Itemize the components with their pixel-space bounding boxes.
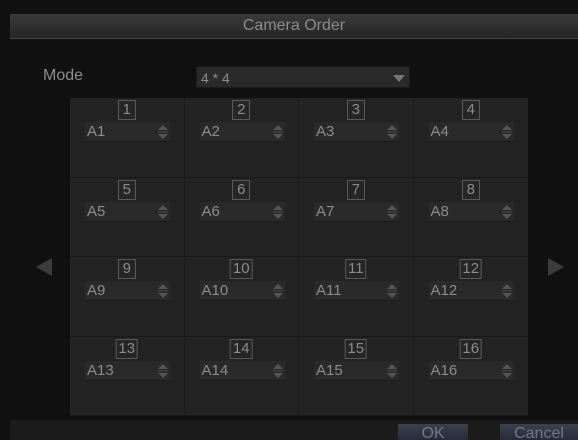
dialog-footer	[10, 420, 578, 440]
camera-select-value: A13	[87, 361, 114, 379]
spinner-icon[interactable]	[158, 204, 168, 219]
camera-select[interactable]: A2	[199, 122, 285, 142]
chevron-down-icon[interactable]	[393, 75, 405, 82]
cell-number: 2	[232, 100, 251, 120]
spinner-icon[interactable]	[272, 284, 283, 298]
cell-number: 6	[232, 179, 251, 200]
camera-select[interactable]: A15	[314, 360, 399, 381]
grid-cell-4: 4 A4	[413, 98, 528, 178]
camera-select[interactable]: A13	[85, 360, 170, 381]
camera-select-value: A11	[316, 282, 342, 299]
grid-cell-12: 12 A12	[413, 257, 528, 337]
spinner-icon[interactable]	[158, 125, 168, 139]
camera-select[interactable]: A7	[314, 201, 399, 222]
cell-number: 10	[229, 259, 253, 279]
camera-select-value: A16	[430, 361, 458, 379]
camera-select-value: A5	[87, 202, 106, 220]
camera-select[interactable]: A6	[199, 201, 285, 222]
spinner-icon[interactable]	[272, 363, 283, 378]
ok-button[interactable]: OK	[398, 424, 468, 440]
grid-cell-7: 7 A7	[299, 177, 414, 257]
spinner-icon[interactable]	[158, 363, 168, 378]
cell-number: 7	[346, 179, 365, 200]
camera-select-value: A15	[316, 361, 343, 379]
grid-cell-3: 3 A3	[299, 98, 414, 178]
grid-cell-2: 2 A2	[184, 98, 299, 178]
spinner-icon[interactable]	[501, 363, 512, 378]
cancel-button[interactable]: Cancel	[500, 424, 578, 440]
grid-cell-8: 8 A8	[413, 178, 528, 257]
cell-number: 15	[344, 338, 368, 359]
camera-select-value: A1	[87, 123, 106, 140]
dialog-title: Camera Order	[10, 14, 578, 39]
grid-cell-5: 5 A5	[70, 177, 185, 257]
camera-select-value: A8	[430, 202, 449, 220]
spinner-icon[interactable]	[158, 284, 168, 298]
spinner-icon[interactable]	[272, 204, 283, 219]
camera-select[interactable]: A1	[85, 122, 170, 142]
spinner-icon[interactable]	[387, 125, 397, 139]
spinner-icon[interactable]	[501, 125, 512, 139]
cell-number: 12	[459, 259, 483, 279]
camera-select[interactable]: A11	[314, 281, 399, 301]
spinner-icon[interactable]	[387, 284, 397, 298]
grid-cell-16: 16 A16	[413, 337, 528, 416]
camera-order-dialog: Camera Order Mode 4 * 4 1 A1 2 A2 3 A3 4…	[0, 0, 578, 440]
camera-select[interactable]: A8	[428, 201, 514, 222]
cell-number: 9	[117, 259, 136, 279]
grid-cell-9: 9 A9	[70, 257, 185, 337]
spinner-icon[interactable]	[501, 284, 512, 298]
cell-number: 16	[459, 338, 483, 359]
camera-select-value: A12	[430, 282, 458, 299]
camera-select-value: A9	[87, 282, 106, 299]
grid-cell-10: 10 A10	[184, 257, 299, 337]
previous-page-arrow-icon[interactable]	[36, 258, 52, 276]
grid-cell-13: 13 A13	[70, 336, 185, 416]
mode-label: Mode	[43, 67, 84, 84]
cell-number: 8	[461, 179, 480, 200]
camera-select[interactable]: A4	[428, 122, 514, 142]
camera-select-value: A2	[201, 123, 220, 140]
camera-select-value: A10	[201, 282, 229, 299]
camera-select-value: A14	[201, 361, 229, 379]
cell-number: 11	[344, 259, 367, 279]
cell-number: 14	[229, 338, 253, 359]
spinner-icon[interactable]	[387, 363, 397, 378]
mode-select-value: 4 * 4	[201, 70, 230, 86]
camera-select-value: A4	[430, 123, 449, 140]
cell-number: 1	[117, 100, 136, 120]
camera-select-value: A3	[316, 123, 335, 140]
camera-select[interactable]: A16	[428, 360, 514, 381]
grid-cell-11: 11 A11	[299, 257, 414, 337]
next-page-arrow-icon[interactable]	[548, 258, 564, 276]
spinner-icon[interactable]	[272, 125, 283, 139]
grid-cell-1: 1 A1	[70, 98, 185, 178]
camera-select[interactable]: A3	[314, 122, 399, 142]
grid-cell-15: 15 A15	[299, 336, 414, 416]
cell-number: 3	[346, 100, 365, 120]
camera-select-value: A7	[316, 202, 335, 220]
camera-select[interactable]: A10	[199, 281, 285, 301]
camera-select[interactable]: A12	[428, 281, 514, 301]
spinner-icon[interactable]	[387, 204, 397, 219]
camera-grid: 1 A1 2 A2 3 A3 4 A4 5 A5 6 A6 7 A7 8 A8 …	[70, 98, 528, 416]
camera-select[interactable]: A14	[199, 360, 285, 381]
camera-select-value: A6	[201, 202, 220, 220]
camera-select[interactable]: A9	[85, 281, 170, 301]
camera-select[interactable]: A5	[85, 201, 170, 222]
mode-select[interactable]: 4 * 4	[196, 66, 410, 88]
cell-number: 4	[461, 100, 480, 120]
cell-number: 13	[115, 338, 139, 359]
cell-number: 5	[117, 179, 136, 200]
grid-cell-14: 14 A14	[184, 336, 299, 416]
grid-cell-6: 6 A6	[184, 177, 299, 257]
spinner-icon[interactable]	[501, 204, 512, 219]
